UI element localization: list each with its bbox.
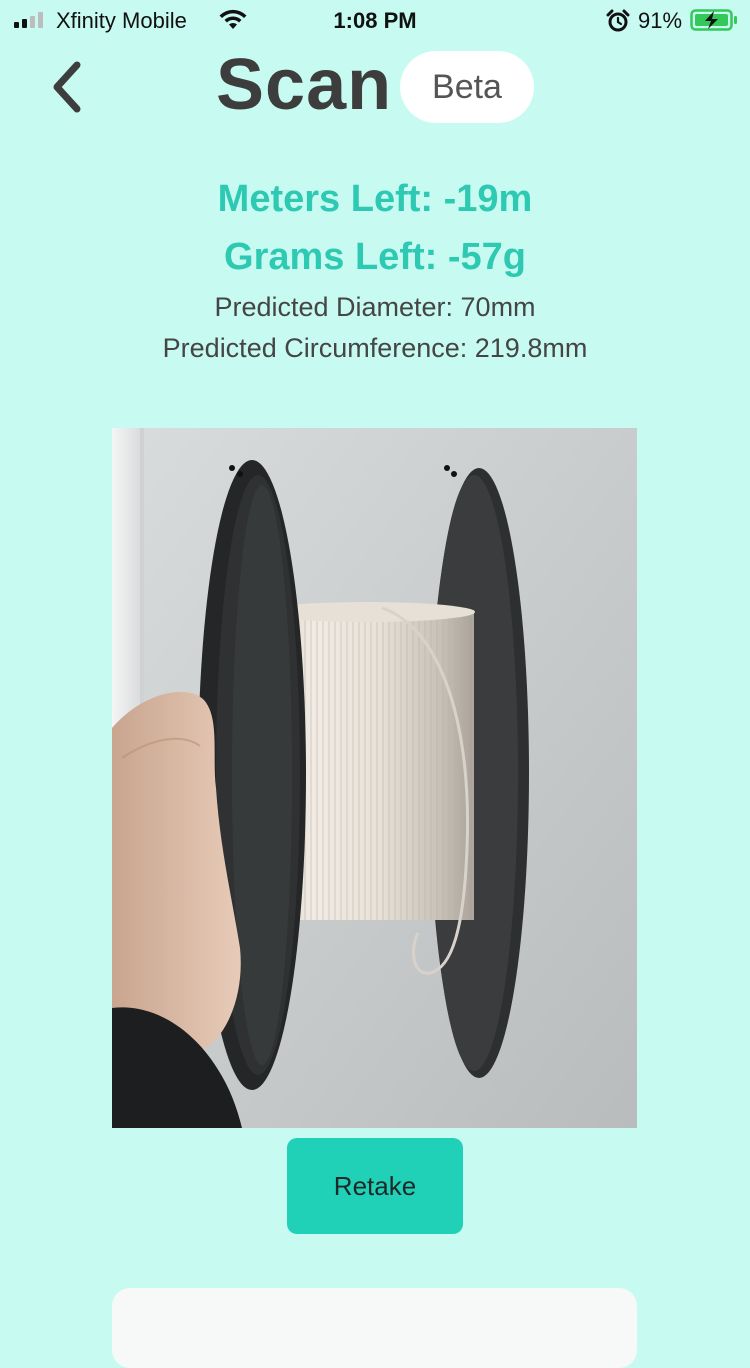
predicted-diameter-text: Predicted Diameter: 70mm xyxy=(214,292,536,322)
alarm-icon xyxy=(606,9,630,32)
status-bar: Xfinity Mobile 1:08 PM 91% xyxy=(0,0,750,40)
bottom-card xyxy=(112,1288,637,1368)
chevron-left-icon xyxy=(53,61,81,113)
retake-button[interactable]: Retake xyxy=(287,1138,463,1234)
back-button[interactable] xyxy=(36,54,96,120)
grams-left-text: Grams Left: -57g xyxy=(224,236,526,278)
beta-badge: Beta xyxy=(400,51,534,123)
page-title: Scan xyxy=(216,45,393,125)
predicted-circumference-text: Predicted Circumference: 219.8mm xyxy=(162,333,588,363)
filament-spool-photo xyxy=(112,428,637,1128)
battery-charging-icon xyxy=(690,9,737,31)
battery-percentage: 91% xyxy=(638,8,683,33)
meters-left-text: Meters Left: -19m xyxy=(217,178,533,220)
